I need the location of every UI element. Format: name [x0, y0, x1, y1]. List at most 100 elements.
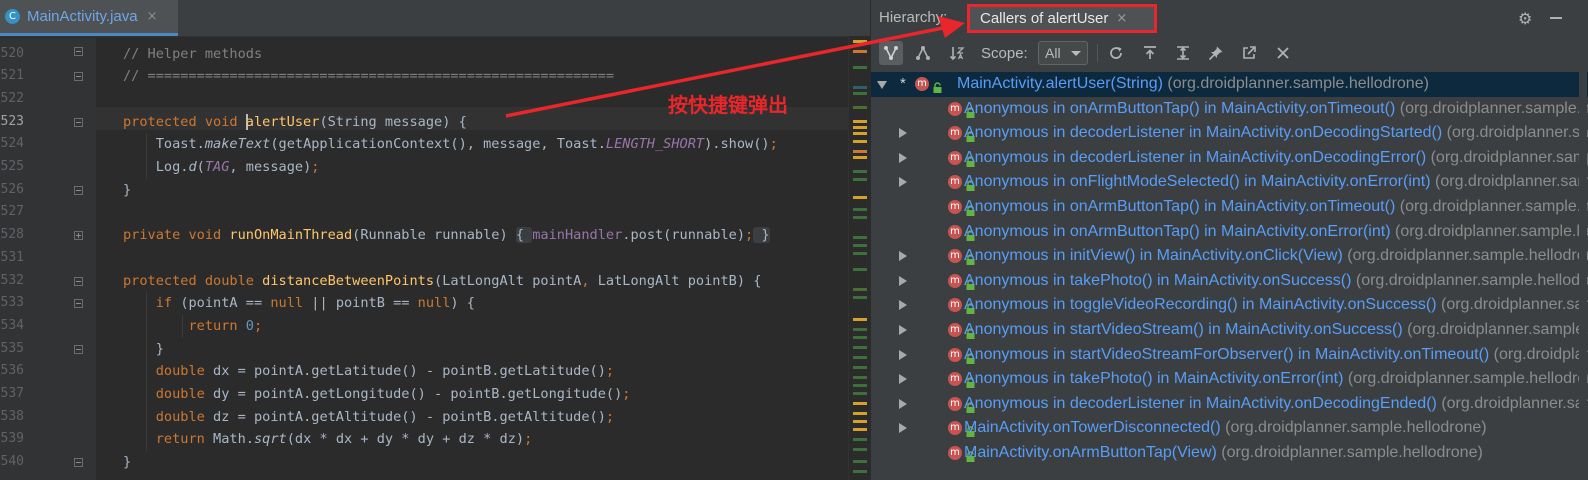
fold-marker[interactable]	[74, 185, 83, 195]
tree-item[interactable]: m Anonymous in takePhoto() in MainActivit…	[871, 367, 1588, 392]
export-icon[interactable]	[1138, 41, 1162, 65]
stripe-marker[interactable]	[853, 376, 867, 379]
error-stripe[interactable]	[848, 36, 870, 480]
stripe-marker[interactable]	[853, 346, 867, 349]
collapsed-arrow-icon[interactable]	[899, 275, 907, 286]
caller-tree[interactable]: * m MainActivity.alertUser(String) (org.dr…	[871, 72, 1588, 480]
stripe-marker[interactable]	[853, 366, 867, 369]
tree-item[interactable]: m Anonymous in onArmButtonTap() in MainAc…	[871, 97, 1588, 122]
callee-hierarchy-icon[interactable]	[911, 41, 935, 65]
code-line[interactable]: Toast.makeText(getApplicationContext(), …	[123, 133, 778, 156]
stripe-marker[interactable]	[853, 236, 867, 239]
code-line[interactable]: // =====================================…	[123, 65, 614, 88]
code-line[interactable]: // Helper methods	[123, 43, 262, 66]
stripe-marker[interactable]	[853, 216, 867, 219]
fold-marker[interactable]	[74, 47, 83, 57]
stripe-marker[interactable]	[853, 336, 867, 339]
gear-icon[interactable]: ⚙	[1518, 9, 1532, 28]
refresh-icon[interactable]	[1104, 41, 1128, 65]
stripe-marker[interactable]	[853, 120, 867, 123]
sort-alphabetically-icon[interactable]	[945, 41, 969, 65]
stripe-marker[interactable]	[853, 50, 867, 53]
collapsed-arrow-icon[interactable]	[899, 325, 907, 335]
code-editor[interactable]: C MainActivity.java × 520 521 522 523 524 525…	[0, 0, 870, 480]
close-icon[interactable]: ×	[147, 9, 158, 24]
fold-marker[interactable]	[74, 231, 83, 241]
stripe-marker[interactable]	[853, 156, 867, 159]
fold-marker[interactable]	[74, 299, 83, 309]
fold-marker[interactable]	[74, 344, 83, 354]
tree-item[interactable]: m Anonymous in decoderListener in MainAct…	[871, 146, 1588, 171]
code-line[interactable]: }	[123, 338, 164, 361]
stripe-marker[interactable]	[853, 392, 867, 395]
collapsed-arrow-icon[interactable]	[899, 177, 907, 188]
collapsed-arrow-icon[interactable]	[899, 128, 907, 139]
tab-callers-of-alertuser[interactable]: Callers of alertUser ×	[967, 4, 1157, 33]
tree-item[interactable]: m Anonymous in decoderListener in MainAct…	[871, 121, 1588, 146]
stripe-marker[interactable]	[853, 288, 867, 291]
tree-item[interactable]: m Anonymous in takePhoto() in MainActivit…	[871, 269, 1588, 294]
tree-root-item[interactable]: * m MainActivity.alertUser(String) (org.dr…	[871, 72, 1588, 97]
tree-item[interactable]: m Anonymous in onArmButtonTap() in MainAc…	[871, 220, 1588, 245]
code-line[interactable]: double dy = pointA.getLongitude() - poin…	[123, 383, 631, 406]
collapsed-arrow-icon[interactable]	[899, 152, 907, 163]
code-line[interactable]: double dz = pointA.getAltitude() - point…	[123, 406, 614, 429]
fold-marker[interactable]	[74, 117, 83, 127]
fold-marker[interactable]	[74, 72, 83, 82]
stripe-marker[interactable]	[853, 448, 867, 451]
stripe-marker[interactable]	[853, 106, 867, 109]
code-line[interactable]: protected void alertUser(String message)…	[123, 111, 467, 134]
stripe-marker[interactable]	[853, 244, 867, 247]
stripe-marker[interactable]	[853, 126, 867, 129]
open-in-new-window-icon[interactable]	[1237, 41, 1261, 65]
collapsed-arrow-icon[interactable]	[899, 374, 907, 385]
caller-hierarchy-icon[interactable]	[879, 41, 903, 65]
tree-item[interactable]: m Anonymous in startVideoStreamForObserve…	[871, 343, 1588, 368]
code-line[interactable]: return Math.sqrt(dx * dx + dy * dy + dz …	[123, 428, 533, 451]
stripe-marker[interactable]	[853, 66, 867, 69]
tree-item[interactable]: m Anonymous in initView() in MainActivity…	[871, 244, 1588, 269]
tree-item[interactable]: m MainActivity.onArmButtonTap(View) (org.…	[871, 441, 1588, 466]
code-line[interactable]: protected double distanceBetweenPoints(L…	[123, 270, 761, 293]
stripe-marker[interactable]	[853, 328, 867, 331]
close-icon[interactable]	[1271, 41, 1295, 65]
pin-icon[interactable]	[1204, 41, 1228, 65]
stripe-marker[interactable]	[853, 412, 867, 415]
tree-item[interactable]: m Anonymous in decoderListener in MainAct…	[871, 392, 1588, 417]
stripe-marker[interactable]	[853, 356, 867, 359]
tree-item[interactable]: m Anonymous in onArmButtonTap() in MainAc…	[871, 195, 1588, 220]
stripe-marker[interactable]	[853, 86, 867, 89]
stripe-marker[interactable]	[853, 196, 867, 199]
code-line[interactable]: double dx = pointA.getLatitude() - point…	[123, 360, 614, 383]
expand-all-icon[interactable]	[1171, 41, 1195, 65]
tree-item[interactable]: m MainActivity.onTowerDisconnected() (org…	[871, 416, 1588, 441]
collapsed-arrow-icon[interactable]	[899, 398, 907, 409]
code-area[interactable]: // Helper methods // ====================…	[96, 38, 848, 480]
stripe-marker[interactable]	[853, 318, 867, 321]
stripe-marker[interactable]	[853, 150, 867, 153]
stripe-marker[interactable]	[853, 460, 867, 463]
collapsed-arrow-icon[interactable]	[899, 251, 907, 262]
tree-item[interactable]: m Anonymous in startVideoStream() in Main…	[871, 318, 1588, 343]
stripe-marker[interactable]	[853, 402, 867, 405]
code-line[interactable]: if (pointA == null || pointB == null) {	[123, 292, 475, 315]
code-line[interactable]: private void runOnMainThread(Runnable ru…	[123, 224, 770, 247]
stripe-marker[interactable]	[853, 268, 867, 271]
collapsed-arrow-icon[interactable]	[899, 423, 907, 434]
stripe-marker[interactable]	[853, 428, 867, 431]
code-line[interactable]: Log.d(TAG, message);	[123, 156, 320, 179]
close-icon[interactable]: ×	[1116, 11, 1127, 26]
stripe-marker[interactable]	[853, 438, 867, 441]
editor-tab-mainactivity[interactable]: C MainActivity.java ×	[0, 0, 178, 36]
code-line[interactable]: }	[123, 179, 131, 202]
tree-item[interactable]: m Anonymous in toggleVideoRecording() in …	[871, 293, 1588, 318]
code-line[interactable]: }	[123, 451, 131, 474]
stripe-marker[interactable]	[853, 92, 867, 95]
collapsed-arrow-icon[interactable]	[899, 300, 907, 311]
stripe-marker[interactable]	[853, 170, 867, 173]
stripe-marker[interactable]	[853, 252, 867, 255]
expanded-arrow-icon[interactable]	[877, 81, 887, 89]
stripe-marker[interactable]	[853, 296, 867, 299]
stripe-marker[interactable]	[853, 208, 867, 211]
stripe-marker[interactable]	[853, 384, 867, 387]
